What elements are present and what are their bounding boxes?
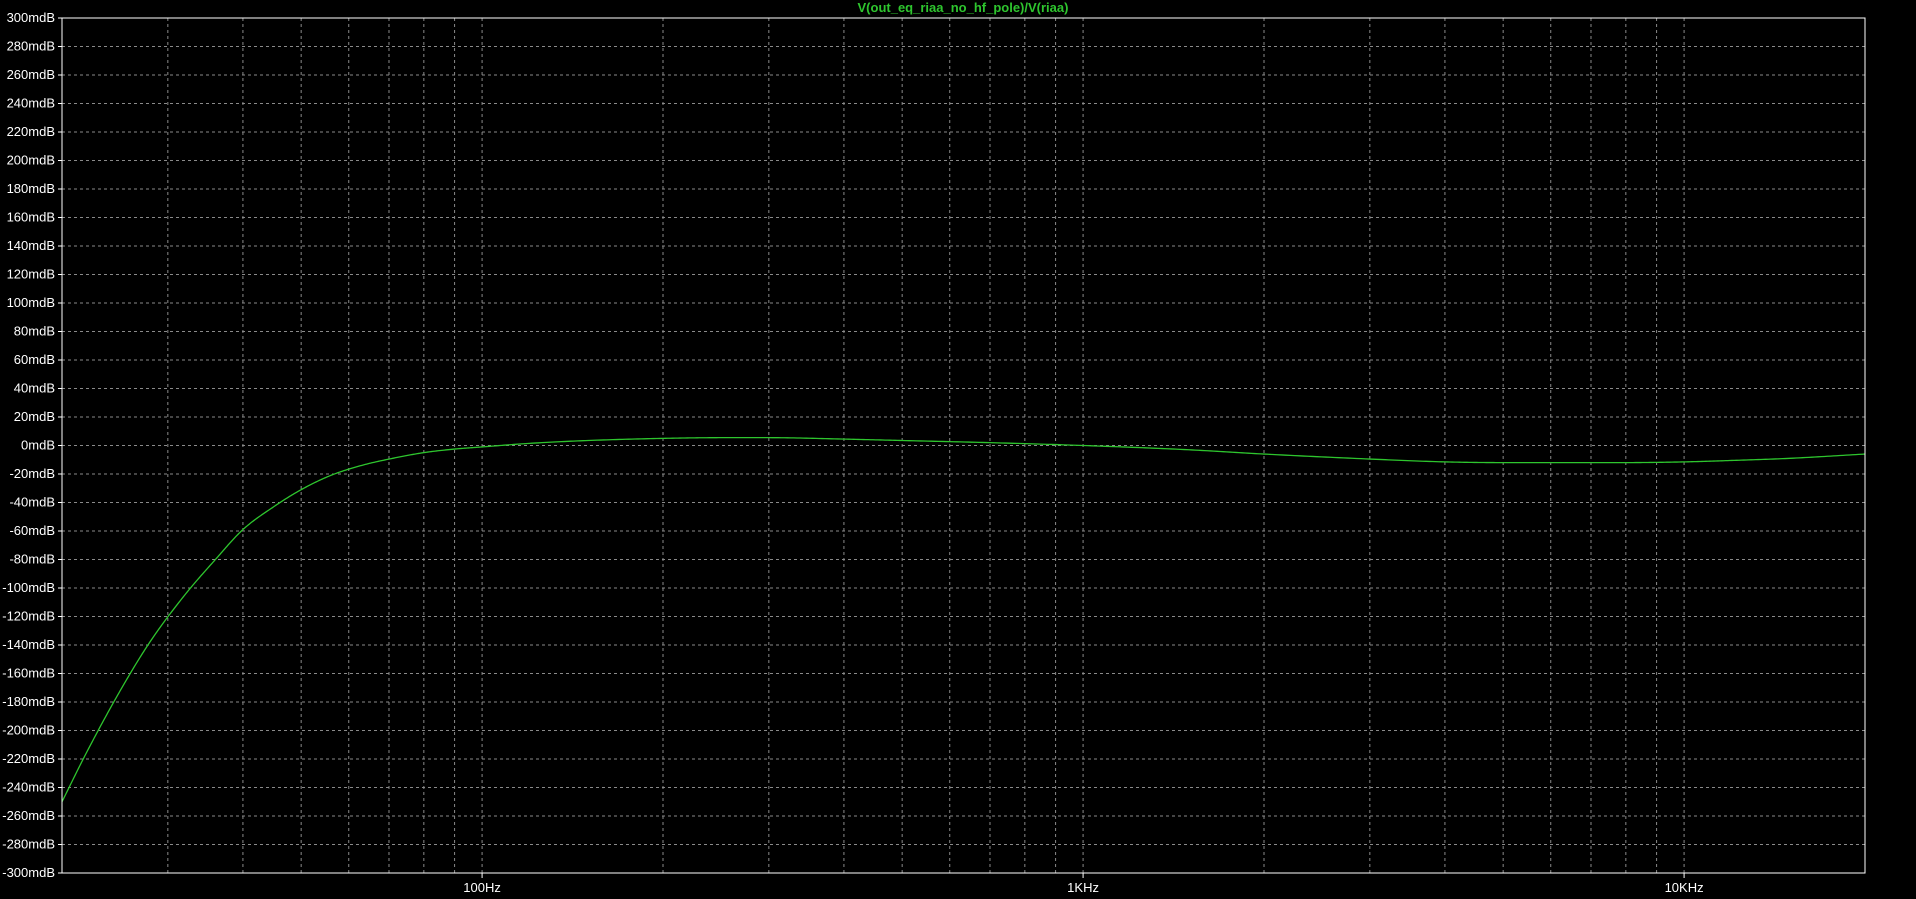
y-tick-label: -260mdB [2, 808, 55, 823]
bode-plot: V(out_eq_riaa_no_hf_pole)/V(riaa) 300mdB… [0, 0, 1916, 899]
y-tick-label: -160mdB [2, 666, 55, 681]
y-tick-label: 0mdB [21, 438, 55, 453]
y-tick-label: 240mdB [7, 96, 55, 111]
y-tick-label: -180mdB [2, 694, 55, 709]
y-tick-label: -120mdB [2, 609, 55, 624]
y-tick-label: 80mdB [14, 324, 55, 339]
y-tick-label: -300mdB [2, 865, 55, 880]
y-tick-label: -80mdB [9, 552, 55, 567]
y-tick-label: -40mdB [9, 495, 55, 510]
y-tick-label: 100mdB [7, 295, 55, 310]
y-tick-label: 20mdB [14, 409, 55, 424]
chart-title: V(out_eq_riaa_no_hf_pole)/V(riaa) [858, 0, 1069, 15]
x-tick-label: 100Hz [463, 880, 501, 895]
y-tick-label: -240mdB [2, 780, 55, 795]
x-tick-label: 10KHz [1665, 880, 1704, 895]
y-tick-label: -20mdB [9, 466, 55, 481]
y-tick-label: -100mdB [2, 580, 55, 595]
y-tick-label: -220mdB [2, 751, 55, 766]
y-tick-label: 140mdB [7, 238, 55, 253]
y-tick-label: 300mdB [7, 10, 55, 25]
y-tick-label: -60mdB [9, 523, 55, 538]
y-tick-label: 260mdB [7, 67, 55, 82]
y-tick-label: 60mdB [14, 352, 55, 367]
y-tick-label: -280mdB [2, 837, 55, 852]
y-tick-label: 160mdB [7, 210, 55, 225]
y-tick-label: 280mdB [7, 39, 55, 54]
x-tick-label: 1KHz [1067, 880, 1099, 895]
y-tick-label: 40mdB [14, 381, 55, 396]
y-tick-label: 180mdB [7, 181, 55, 196]
y-tick-label: -140mdB [2, 637, 55, 652]
y-tick-label: -200mdB [2, 723, 55, 738]
y-tick-label: 220mdB [7, 124, 55, 139]
plot-background [0, 0, 1916, 899]
y-tick-label: 200mdB [7, 153, 55, 168]
y-tick-label: 120mdB [7, 267, 55, 282]
